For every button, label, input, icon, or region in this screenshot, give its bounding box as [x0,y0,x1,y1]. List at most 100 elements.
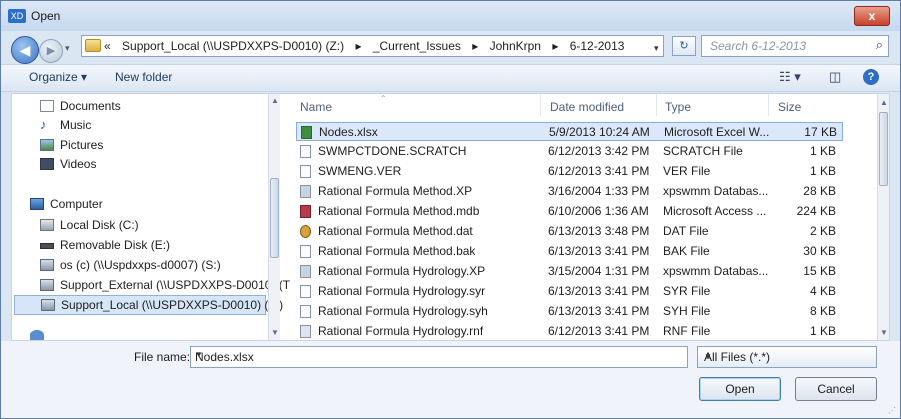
scroll-down-arrow-icon[interactable]: ▼ [880,328,888,337]
file-date: 6/13/2013 3:48 PM [548,224,650,238]
open-button[interactable]: Open [699,377,781,401]
file-name: Rational Formula Hydrology.XP [318,264,486,278]
breadcrumb-separator[interactable]: ▸ [355,39,361,53]
file-size: 8 KB [809,304,836,318]
file-date: 3/15/2004 1:31 PM [548,264,650,278]
network-drive-icon [40,259,54,271]
column-header-size[interactable]: Size [778,100,801,114]
scroll-down-arrow-icon[interactable]: ▼ [271,328,279,337]
app-icon: XD [8,9,26,23]
file-type: Microsoft Access ... [663,204,767,218]
network-icon[interactable] [30,330,44,340]
close-button[interactable]: x [854,6,890,26]
file-type: VER File [663,164,711,178]
scroll-thumb[interactable] [879,112,888,186]
column-header-date[interactable]: Date modified [550,100,624,114]
dat-file-icon [300,225,311,238]
file-type: DAT File [663,224,709,238]
file-row[interactable]: SWMPCTDONE.SCRATCH 6/12/2013 3:42 PM SCR… [296,142,843,161]
file-list-scrollbar[interactable]: ▲ ▼ [877,94,889,340]
file-row[interactable]: SWMENG.VER 6/12/2013 3:41 PM VER File 1 … [296,162,843,181]
file-row[interactable]: Rational Formula Hydrology.XP 3/15/2004 … [296,262,843,281]
window-title: Open [31,9,61,23]
file-icon [300,285,311,298]
back-button[interactable]: ◀ [11,36,39,64]
file-name-input[interactable]: Nodes.xlsx ▼ [190,346,688,368]
file-type: SCRATCH File [663,144,743,158]
nav-scrollbar[interactable]: ▲ ▼ [268,94,280,340]
file-row[interactable]: Rational Formula Hydrology.syh 6/13/2013… [296,302,843,321]
address-bar[interactable]: « Support_Local (\\USPDXXPS-D0010) (Z:) … [81,35,664,57]
address-dropdown-icon[interactable]: ▾ [654,43,659,54]
chevron-down-icon[interactable]: ▼ [704,352,870,361]
column-divider[interactable] [540,94,541,116]
file-type: SYH File [663,304,711,318]
file-date: 6/13/2013 3:41 PM [548,284,650,298]
file-name: Rational Formula Hydrology.rnf [318,324,484,338]
file-date: 6/12/2013 3:41 PM [548,164,650,178]
file-icon [300,305,311,318]
column-header-type[interactable]: Type [665,100,691,114]
file-icon [300,165,311,178]
file-size: 224 KB [796,204,836,218]
new-folder-button[interactable]: New folder [115,70,172,84]
file-icon [300,245,311,258]
file-row[interactable]: Rational Formula Hydrology.rnf 6/12/2013… [296,322,843,340]
file-name: SWMENG.VER [318,164,402,178]
folder-icon [85,39,101,52]
file-type: SYR File [663,284,711,298]
file-row-selected[interactable]: Nodes.xlsx 5/9/2013 10:24 AM Microsoft E… [296,122,843,141]
network-drive-icon [41,299,55,311]
file-type: BAK File [663,244,710,258]
organize-button[interactable]: Organize ▾ [29,70,87,84]
scroll-thumb[interactable] [270,178,279,258]
refresh-button[interactable]: ↻ [672,36,696,56]
scroll-up-arrow-icon[interactable]: ▲ [880,98,888,107]
file-row[interactable]: Rational Formula Method.bak 6/13/2013 3:… [296,242,843,261]
file-size: 1 KB [809,164,836,178]
resize-grip-icon[interactable]: ⋰ [888,406,896,415]
forward-button[interactable]: ▶ [39,39,63,63]
column-divider[interactable] [768,94,769,116]
cancel-button[interactable]: Cancel [795,377,877,401]
search-icon[interactable]: ⌕ [876,37,883,53]
nav-item-network-drive-selected[interactable]: Support_Local (\\USPDXXPS-D0010) (Z:) [14,295,283,315]
breadcrumb-item[interactable]: _Current_Issues [373,39,461,53]
file-size: 28 KB [803,184,836,198]
breadcrumb-separator[interactable]: ▸ [552,39,558,53]
file-row[interactable]: Rational Formula Method.XP 3/16/2004 1:3… [296,182,843,201]
file-date: 6/12/2013 3:42 PM [548,144,650,158]
documents-icon [40,100,54,112]
file-name-label: File name: [134,350,191,364]
breadcrumb-overflow[interactable]: « [104,39,111,53]
scroll-up-arrow-icon[interactable]: ▲ [271,96,279,105]
change-view-icon[interactable]: ☷ ▾ [779,69,801,85]
browser-area: Documents ♪ Music Pictures Videos Comput… [11,93,890,341]
breadcrumb-item[interactable]: 6-12-2013 [570,39,625,53]
excel-file-icon [301,126,312,139]
file-row[interactable]: Rational Formula Method.mdb 6/10/2006 1:… [296,202,843,221]
file-name: Rational Formula Method.XP [318,184,473,198]
file-name: Rational Formula Hydrology.syr [318,284,486,298]
search-input[interactable]: Search 6-12-2013 ⌕ [701,35,889,57]
breadcrumb-item[interactable]: JohnKrpn [490,39,541,53]
preview-pane-icon[interactable]: ◫ [829,69,841,85]
removable-disk-icon [40,243,54,249]
breadcrumb-separator[interactable]: ▸ [472,39,478,53]
file-size: 2 KB [809,224,836,238]
column-divider[interactable] [656,94,657,116]
help-icon[interactable]: ? [863,69,879,85]
breadcrumb-item[interactable]: Support_Local (\\USPDXXPS-D0010) (Z:) [122,39,344,53]
file-row[interactable]: Rational Formula Method.dat 6/13/2013 3:… [296,222,843,241]
chevron-down-icon[interactable]: ▼ [195,350,683,359]
file-name: Rational Formula Method.mdb [318,204,480,218]
search-placeholder: Search 6-12-2013 [710,39,807,53]
navigation-pane: Documents ♪ Music Pictures Videos Comput… [12,94,290,340]
music-icon: ♪ [40,117,47,132]
recent-locations-dropdown-icon[interactable]: ▾ [65,43,70,54]
file-row[interactable]: Rational Formula Hydrology.syr 6/13/2013… [296,282,843,301]
column-header-name[interactable]: Name [300,100,332,114]
file-list: Name ⌃ Date modified Type Size Nodes.xls… [282,94,889,340]
file-date: 5/9/2013 10:24 AM [549,125,650,139]
file-type-filter[interactable]: All Files (*.*) ▼ [697,346,877,368]
